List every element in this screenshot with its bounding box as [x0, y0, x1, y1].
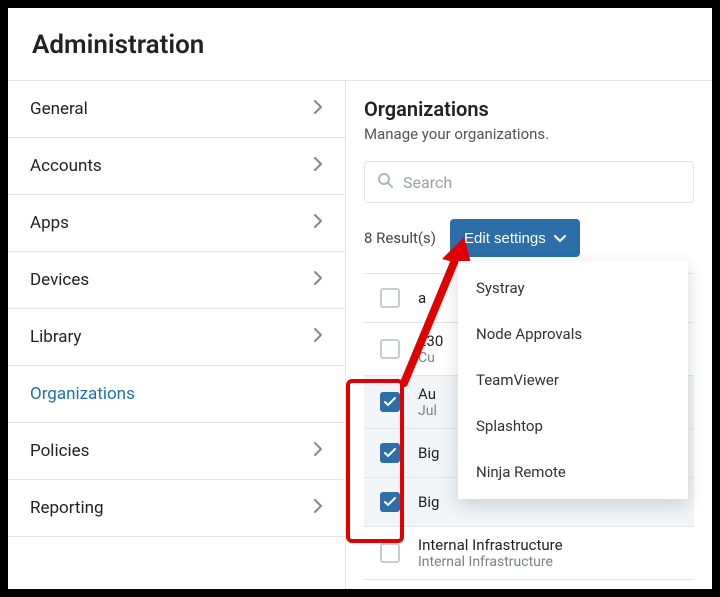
main-panel: Organizations Manage your organizations.… [346, 81, 712, 589]
row-title: Big [418, 438, 439, 468]
row-title: Big [418, 487, 439, 517]
dropdown-item-ninja-remote[interactable]: Ninja Remote [458, 449, 688, 495]
search-placeholder: Search [403, 173, 452, 192]
row-checkbox[interactable] [380, 492, 400, 512]
search-icon [377, 172, 393, 192]
row-checkbox[interactable] [380, 443, 400, 463]
chevron-right-icon [313, 270, 323, 290]
chevron-down-icon [554, 230, 566, 247]
edit-settings-button[interactable]: Edit settings [450, 219, 580, 257]
row-title: 230 [418, 332, 443, 350]
chevron-right-icon [313, 99, 323, 119]
sidebar-item-label: Accounts [30, 156, 102, 176]
row-title: a [418, 283, 426, 313]
sidebar-item-label: Organizations [30, 384, 135, 404]
row-checkbox[interactable] [380, 288, 400, 308]
row-subtitle: Jul [418, 403, 437, 419]
dropdown-item-systray[interactable]: Systray [458, 265, 688, 311]
sidebar-item-general[interactable]: General [8, 81, 345, 138]
dropdown-item-node-approvals[interactable]: Node Approvals [458, 311, 688, 357]
sidebar-item-label: Reporting [30, 498, 104, 518]
section-heading: Organizations [364, 97, 694, 121]
table-row[interactable]: Internal InfrastructureInternal Infrastr… [364, 527, 694, 580]
sidebar-item-apps[interactable]: Apps [8, 195, 345, 252]
row-title: Internal Infrastructure [418, 536, 563, 554]
search-input[interactable]: Search [364, 161, 694, 203]
chevron-right-icon [313, 498, 323, 518]
sidebar-item-accounts[interactable]: Accounts [8, 138, 345, 195]
sidebar-item-label: Policies [30, 441, 89, 461]
sidebar-item-label: General [30, 99, 88, 119]
results-count: 8 Result(s) [364, 229, 436, 247]
sidebar-item-reporting[interactable]: Reporting [8, 480, 345, 537]
chevron-right-icon [313, 156, 323, 176]
sidebar-item-library[interactable]: Library [8, 309, 345, 366]
sidebar-item-label: Library [30, 327, 81, 347]
page-title: Administration [32, 30, 688, 60]
section-subtitle: Manage your organizations. [364, 125, 694, 143]
dropdown-item-splashtop[interactable]: Splashtop [458, 403, 688, 449]
row-checkbox[interactable] [380, 339, 400, 359]
row-title: Au [418, 385, 437, 403]
row-subtitle: Cu [418, 350, 443, 366]
sidebar-item-devices[interactable]: Devices [8, 252, 345, 309]
row-checkbox[interactable] [380, 392, 400, 412]
sidebar-item-label: Devices [30, 270, 89, 290]
sidebar-item-label: Apps [30, 213, 69, 233]
sidebar-item-policies[interactable]: Policies [8, 423, 345, 480]
settings-sidebar: General Accounts Apps Devices Library [8, 81, 346, 589]
row-checkbox[interactable] [380, 543, 400, 563]
chevron-right-icon [313, 441, 323, 461]
chevron-right-icon [313, 213, 323, 233]
dropdown-item-teamviewer[interactable]: TeamViewer [458, 357, 688, 403]
edit-settings-dropdown: Systray Node Approvals TeamViewer Splash… [458, 261, 688, 499]
row-subtitle: Internal Infrastructure [418, 554, 563, 570]
button-label: Edit settings [464, 230, 546, 247]
chevron-right-icon [313, 327, 323, 347]
sidebar-item-organizations[interactable]: Organizations [8, 366, 345, 423]
